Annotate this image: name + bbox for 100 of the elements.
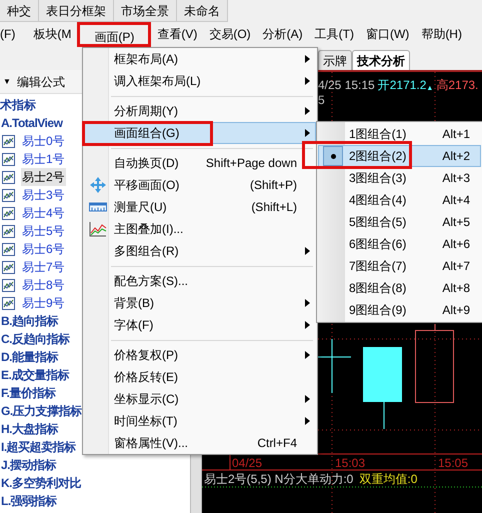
menu-item[interactable]: 画面组合(G) [84, 122, 316, 144]
tree-group[interactable]: J.摆动指标 [1, 456, 56, 474]
menu-item-label: 主图叠加(I)... [114, 221, 184, 238]
menu-item[interactable]: 窗格属性(V)... Ctrl+F4 [84, 432, 316, 454]
menu-item[interactable]: 时间坐标(T) [84, 410, 316, 432]
formula-item[interactable]: 易士3号 [21, 186, 66, 204]
tree-root[interactable]: 术指标 [0, 96, 36, 114]
workspace-tab[interactable]: 市场全景 [114, 0, 177, 22]
shortcut-label: Alt+1 [442, 126, 470, 143]
dropdown-icon[interactable]: ▼ [3, 76, 11, 88]
chart-tab[interactable]: 示牌 [318, 50, 352, 70]
formula-item[interactable]: 易士2号 [21, 168, 66, 186]
menu-bar-item[interactable]: 板块(M [27, 22, 78, 47]
shortcut-label: Alt+7 [442, 258, 470, 275]
submenu-item[interactable]: 5图组合(5) Alt+5 [318, 211, 481, 233]
submenu-arrow-icon [305, 395, 310, 403]
formula-item[interactable]: 易士6号 [21, 240, 66, 258]
menu-item[interactable]: 价格复权(P) [84, 344, 316, 366]
menu-bar-item[interactable]: 窗口(W) [360, 22, 416, 47]
submenu-item[interactable]: 6图组合(6) Alt+6 [318, 233, 481, 255]
menu-bar-item[interactable]: 工具(T) [308, 22, 360, 47]
menu-item-label: 窗格属性(V)... [114, 435, 188, 452]
tree-group[interactable]: C.反趋向指标 [1, 330, 70, 348]
menu-item[interactable]: 自动换页(D) Shift+Page down [84, 152, 316, 174]
submenu-arrow-icon [305, 77, 310, 85]
shortcut-label: (Shift+P) [250, 177, 297, 194]
workspace-tab[interactable]: 未命名 [177, 0, 228, 22]
chart-text: 5 [318, 92, 325, 109]
line-chart-icon [88, 221, 106, 237]
menu-bar-item[interactable]: 画面(P) [77, 22, 152, 47]
menu-item-label: 时间坐标(T) [114, 413, 178, 430]
tree-group[interactable]: L.强弱指标 [1, 492, 57, 510]
shortcut-label: Alt+9 [442, 302, 470, 319]
menu-item[interactable]: 分析周期(Y) [84, 100, 316, 122]
menu-bar-item[interactable]: 分析(A) [256, 22, 309, 47]
tree-group[interactable]: B.趋向指标 [1, 312, 58, 330]
menu-item-label: 框架布局(A) [114, 51, 178, 68]
menu-item[interactable]: 平移画面(O) (Shift+P) [84, 174, 316, 196]
menu-item-label: 自动换页(D) [114, 155, 179, 172]
submenu-arrow-icon [305, 247, 310, 255]
submenu-item[interactable]: 1图组合(1) Alt+1 [318, 123, 481, 145]
submenu-item-label: 2图组合(2) [349, 148, 406, 165]
menu-item-label: 价格反转(E) [114, 369, 178, 386]
shortcut-label: (Shift+L) [251, 199, 297, 216]
open-price: 开2171.2 [378, 77, 426, 94]
submenu-item[interactable]: 4图组合(4) Alt+4 [318, 189, 481, 211]
submenu-item[interactable]: 3图组合(3) Alt+3 [318, 167, 481, 189]
menu-bar-item[interactable]: 交易(O) [203, 22, 257, 47]
formula-item[interactable]: 易士4号 [21, 204, 66, 222]
submenu-arrow-icon [305, 55, 310, 63]
submenu-arrow-icon [305, 129, 310, 137]
tree-group[interactable]: E.成交量指标 [1, 366, 69, 384]
shortcut-label: Alt+4 [442, 192, 470, 209]
formula-item[interactable]: 易士7号 [21, 258, 66, 276]
formula-item[interactable]: 易士8号 [21, 276, 66, 294]
menu-item[interactable]: 配色方案(S)... [84, 270, 316, 292]
tree-group[interactable]: G.压力支撑指标 [1, 402, 82, 420]
tree-group[interactable]: F.量价指标 [1, 384, 56, 402]
menu-item-label: 坐标显示(C) [114, 391, 179, 408]
menu-item[interactable]: 坐标显示(C) [84, 388, 316, 410]
menu-item[interactable]: 主图叠加(I)... [84, 218, 316, 240]
formula-item[interactable]: 易士1号 [21, 150, 66, 168]
time-axis-label: 15:05 [438, 456, 468, 470]
menu-item[interactable]: 价格反转(E) [84, 366, 316, 388]
workspace-tab[interactable]: 表日分框架 [39, 0, 114, 22]
submenu-item[interactable]: 8图组合(8) Alt+8 [318, 277, 481, 299]
formula-item[interactable]: 易士0号 [21, 132, 66, 150]
menu-bar-item[interactable]: (F) [0, 22, 28, 47]
shortcut-label: Ctrl+F4 [257, 435, 297, 452]
menu-bar-item[interactable]: 查看(V) [151, 22, 204, 47]
submenu-item[interactable]: 9图组合(9) Alt+9 [318, 299, 481, 321]
menu-item[interactable]: 字体(F) [84, 314, 316, 336]
menu-item[interactable]: 背景(B) [84, 292, 316, 314]
tree-group[interactable]: I.超买超卖指标 [1, 438, 76, 456]
menu-item[interactable]: 多图组合(R) [84, 240, 316, 262]
tree-group[interactable]: D.能量指标 [1, 348, 58, 366]
indicator-label: 易士2号(5,5) N分大单动力:0 [204, 472, 354, 487]
time-axis-label: 04/25 [232, 456, 262, 470]
chart-tab[interactable]: 技术分析 [352, 50, 410, 70]
submenu-arrow-icon [305, 321, 310, 329]
menu-item[interactable]: 调入框架布局(L) [84, 70, 316, 92]
tree-group[interactable]: K.多空势利对比 [1, 474, 81, 492]
submenu-item-label: 7图组合(7) [349, 258, 406, 275]
menu-item[interactable]: 测量尺(U) (Shift+L) [84, 196, 316, 218]
menu-item-label: 字体(F) [114, 317, 154, 334]
submenu-item-label: 6图组合(6) [349, 236, 406, 253]
workspace-tab[interactable]: 种交 [0, 0, 39, 22]
formula-item[interactable]: 易士5号 [21, 222, 66, 240]
submenu-arrow-icon [305, 299, 310, 307]
indicator-value: 双重均值:0 [359, 472, 418, 487]
tree-group[interactable]: H.大盘指标 [1, 420, 58, 438]
menu-bar-item[interactable]: 帮助(H) [415, 22, 468, 47]
tree-group[interactable]: A.TotalView [1, 114, 62, 132]
menu-item-label: 价格复权(P) [114, 347, 178, 364]
menu-item[interactable]: 框架布局(A) [84, 48, 316, 70]
radio-bullet-icon [323, 146, 343, 166]
submenu-item[interactable]: 7图组合(7) Alt+7 [318, 255, 481, 277]
formula-item[interactable]: 易士9号 [21, 294, 66, 312]
submenu-arrow-icon [305, 107, 310, 115]
submenu-item[interactable]: 2图组合(2) Alt+2 [318, 145, 481, 167]
